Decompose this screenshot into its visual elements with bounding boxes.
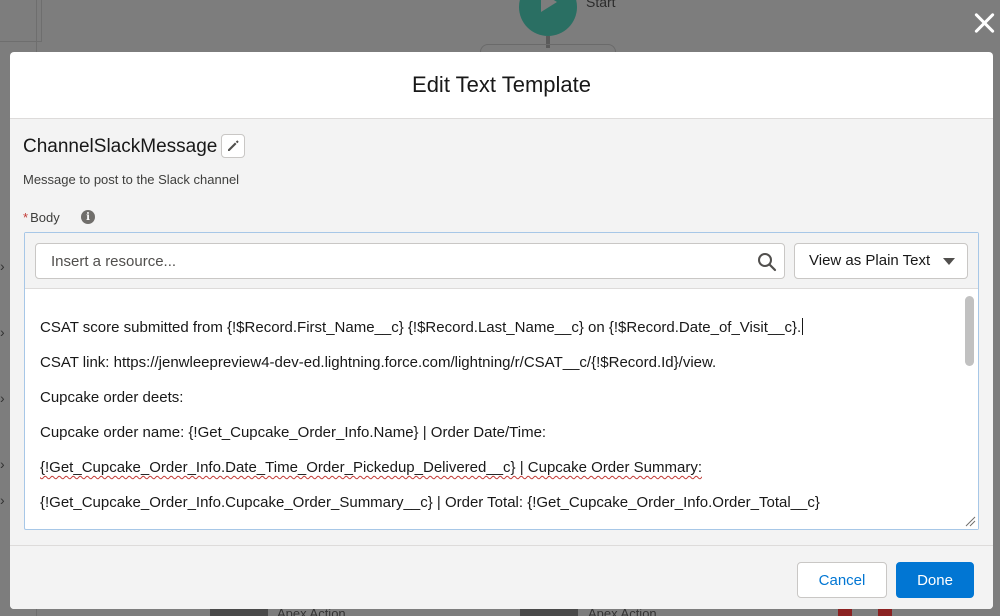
view-mode-value: View as Plain Text — [809, 252, 931, 269]
node-badge — [838, 608, 852, 616]
chevron-down-icon — [943, 258, 955, 265]
start-node-label: Start — [586, 0, 616, 10]
scrollbar-thumb[interactable] — [965, 296, 974, 366]
body-line: CSAT score submitted from {!$Record.Firs… — [40, 310, 978, 345]
modal-footer: Cancel Done — [10, 545, 993, 609]
body-label: * Body — [23, 210, 60, 225]
body-editor: View as Plain Text CSAT score submitted … — [24, 232, 979, 530]
modal-body: ChannelSlackMessage Message to post to t… — [10, 119, 993, 545]
scrollbar[interactable] — [962, 290, 978, 529]
body-line: {!Get_Cupcake_Order_Info.Cupcake_Order_S… — [40, 494, 820, 511]
body-line: Cupcake order name: {!Get_Cupcake_Order_… — [40, 424, 547, 441]
chevron-right-icon: › — [0, 390, 5, 406]
done-button[interactable]: Done — [896, 562, 974, 598]
text-caret — [802, 318, 804, 335]
chevron-right-icon: › — [0, 456, 5, 472]
edit-text-template-modal: Edit Text Template ChannelSlackMessage M… — [10, 52, 993, 609]
body-line-text: CSAT score submitted from {!$Record.Firs… — [40, 319, 802, 336]
search-icon[interactable] — [757, 252, 777, 272]
node-badge — [878, 608, 892, 616]
body-line: {!Get_Cupcake_Order_Info.Date_Time_Order… — [40, 459, 702, 476]
close-icon[interactable] — [971, 10, 997, 36]
required-marker: * — [23, 210, 29, 225]
info-icon[interactable]: i — [81, 210, 95, 224]
template-description: Message to post to the Slack channel — [23, 172, 240, 187]
body-label-text: Body — [30, 210, 60, 225]
template-name: ChannelSlackMessage — [23, 136, 218, 157]
chevron-right-icon: › — [0, 492, 5, 508]
body-line: Cupcake order deets: — [40, 389, 184, 406]
insert-resource-input[interactable] — [35, 243, 785, 279]
cancel-button[interactable]: Cancel — [797, 562, 887, 598]
canvas-side-panel — [0, 0, 42, 42]
chevron-right-icon: › — [0, 258, 5, 274]
resize-handle-icon[interactable] — [964, 515, 976, 527]
modal-title: Edit Text Template — [412, 72, 591, 97]
body-text-area[interactable]: CSAT score submitted from {!$Record.Firs… — [25, 290, 978, 529]
view-mode-select[interactable]: View as Plain Text — [794, 243, 968, 279]
pencil-icon — [228, 140, 239, 151]
modal-header: Edit Text Template — [10, 52, 993, 119]
play-icon — [541, 0, 557, 12]
editor-toolbar: View as Plain Text — [25, 233, 978, 289]
body-line: CSAT link: https://jenwleepreview4-dev-e… — [40, 354, 717, 371]
edit-name-button[interactable] — [221, 134, 245, 158]
chevron-right-icon: › — [0, 324, 5, 340]
